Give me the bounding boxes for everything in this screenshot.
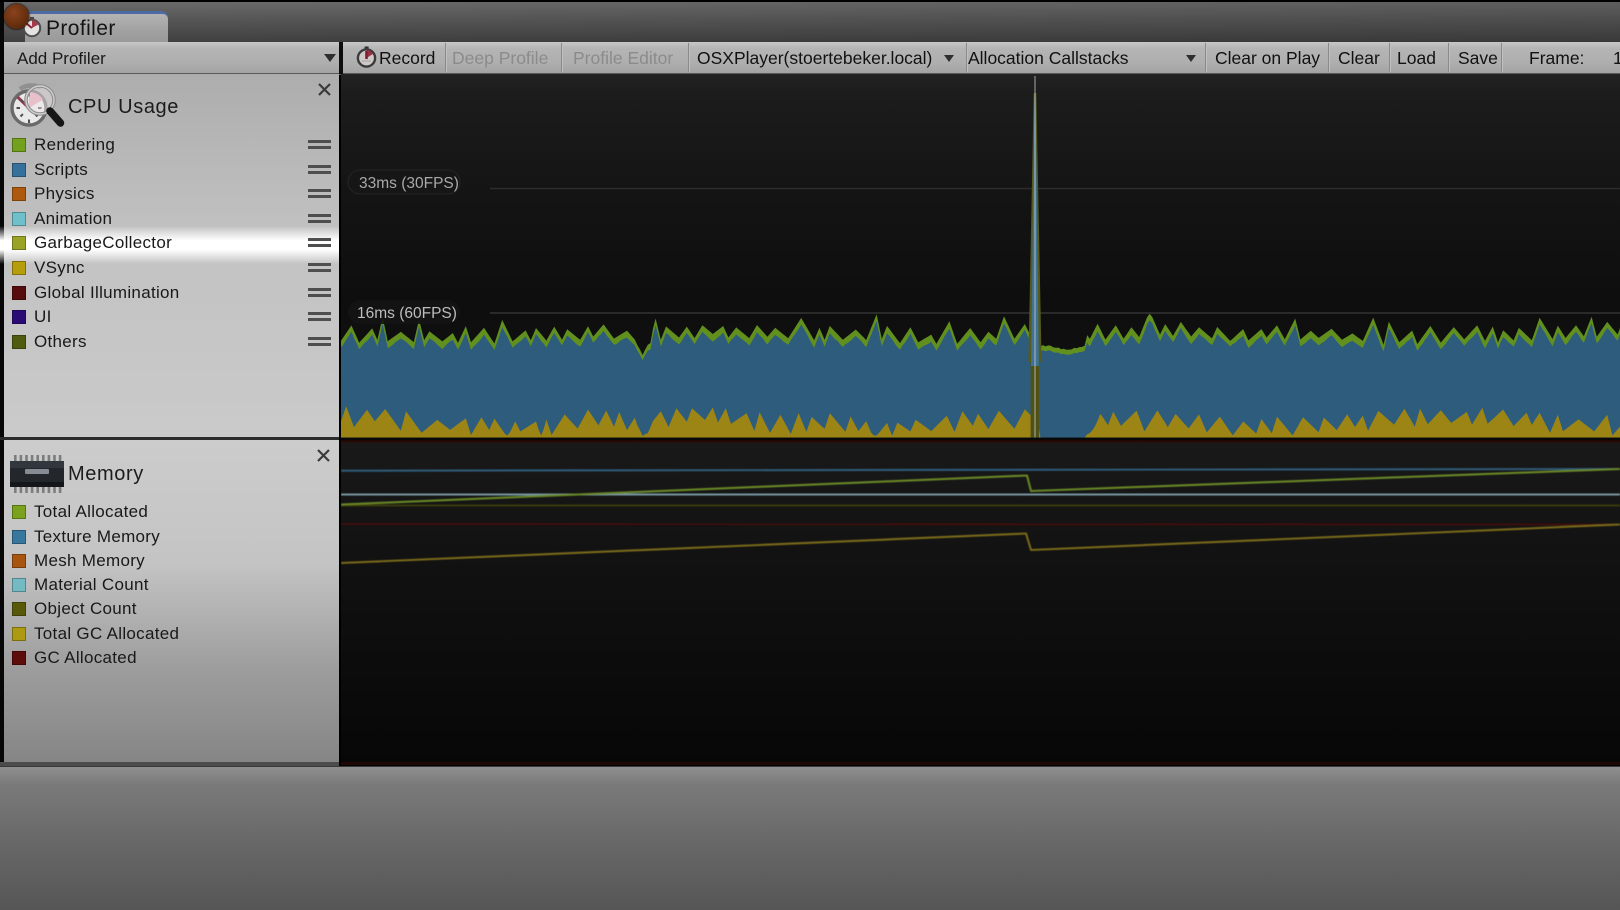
svg-text:33ms (30FPS): 33ms (30FPS) bbox=[359, 175, 459, 192]
svg-text:16ms (60FPS): 16ms (60FPS) bbox=[357, 305, 457, 322]
